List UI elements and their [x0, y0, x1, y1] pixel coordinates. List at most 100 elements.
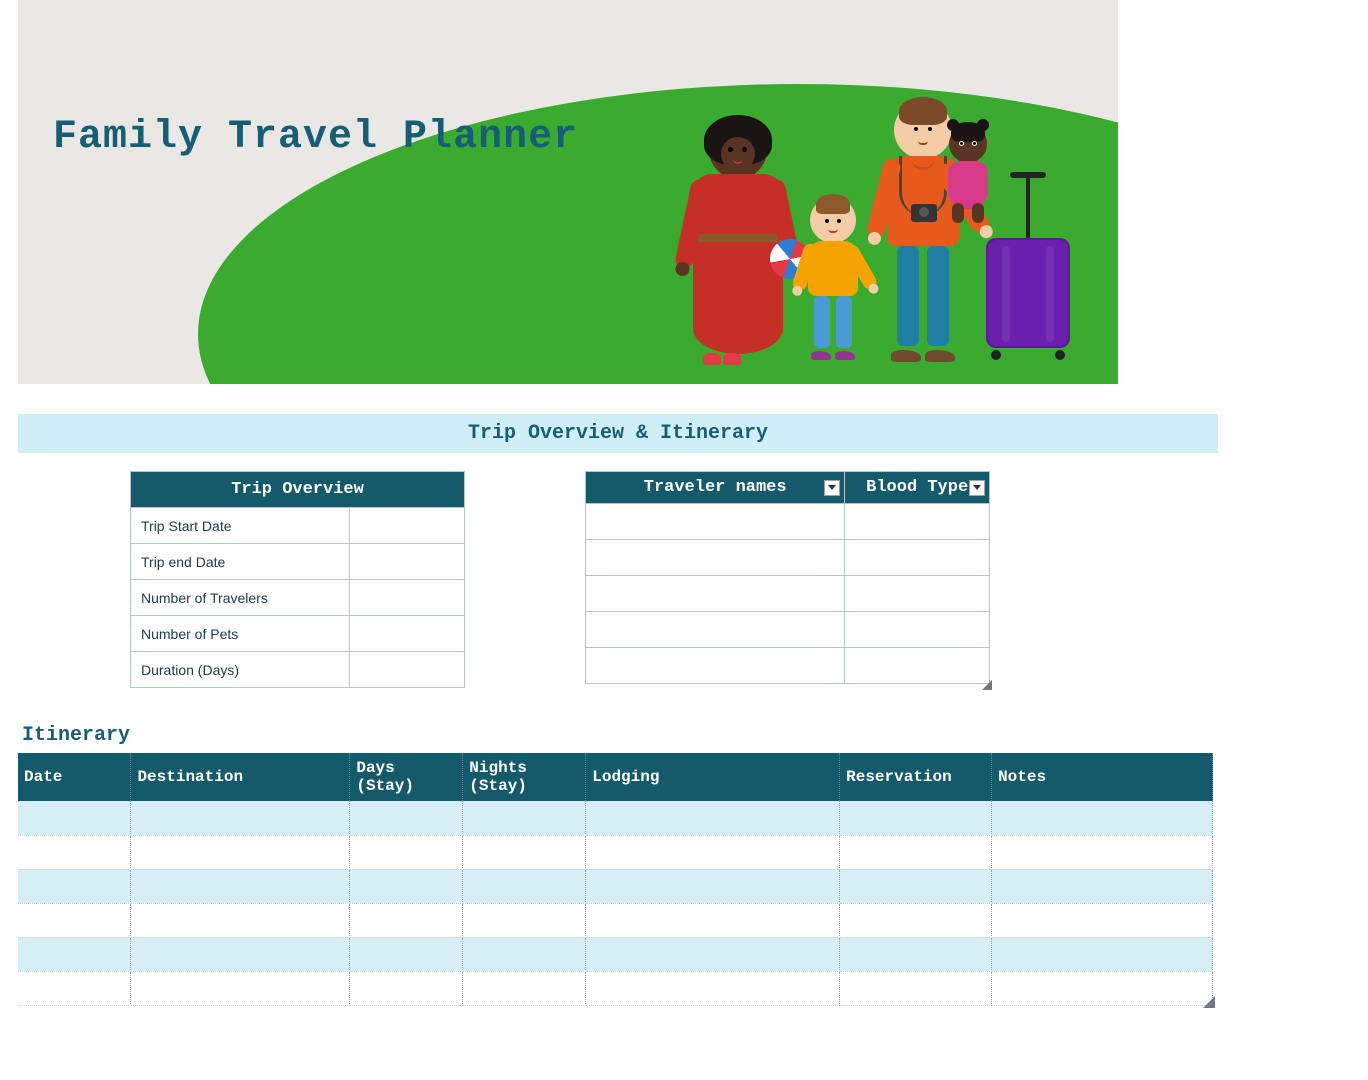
- itinerary-table: Date Destination Days (Stay) Nights (Sta…: [18, 753, 1213, 1006]
- table-row: [18, 971, 1213, 1005]
- trip-overview-table: Trip Overview Trip Start Date Trip end D…: [130, 471, 465, 688]
- itinerary-date-cell[interactable]: [18, 937, 131, 971]
- itinerary-destination-cell[interactable]: [131, 937, 350, 971]
- itinerary-days-cell[interactable]: [350, 937, 463, 971]
- table-row: [586, 576, 990, 612]
- itinerary-nights-cell[interactable]: [463, 971, 586, 1005]
- itinerary-reservation-cell[interactable]: [840, 869, 992, 903]
- itinerary-days-cell[interactable]: [350, 869, 463, 903]
- table-row: [586, 540, 990, 576]
- itinerary-notes-cell[interactable]: [992, 869, 1213, 903]
- col-reservation-header[interactable]: Reservation: [840, 753, 992, 801]
- traveler-names-label: Traveler names: [644, 478, 787, 497]
- col-destination-header[interactable]: Destination: [131, 753, 350, 801]
- trip-end-date-cell[interactable]: [350, 544, 465, 580]
- table-row: [18, 801, 1213, 835]
- dropdown-icon[interactable]: [824, 480, 840, 496]
- resize-handle-icon[interactable]: [1203, 996, 1215, 1008]
- duration-cell[interactable]: [350, 652, 465, 688]
- blood-type-cell[interactable]: [845, 540, 990, 576]
- itinerary-notes-cell[interactable]: [992, 903, 1213, 937]
- itinerary-reservation-cell[interactable]: [840, 903, 992, 937]
- traveler-name-cell[interactable]: [586, 540, 845, 576]
- itinerary-lodging-cell[interactable]: [586, 801, 840, 835]
- num-pets-cell[interactable]: [350, 616, 465, 652]
- itinerary-notes-cell[interactable]: [992, 835, 1213, 869]
- travelers-table: Traveler names Blood Type: [585, 471, 990, 684]
- itinerary-notes-cell[interactable]: [992, 937, 1213, 971]
- blood-type-cell[interactable]: [845, 504, 990, 540]
- num-pets-label: Number of Pets: [131, 616, 350, 652]
- table-row: [18, 937, 1213, 971]
- itinerary-reservation-cell[interactable]: [840, 835, 992, 869]
- table-row: Number of Travelers: [131, 580, 465, 616]
- traveler-name-cell[interactable]: [586, 612, 845, 648]
- itinerary-lodging-cell[interactable]: [586, 971, 840, 1005]
- itinerary-destination-cell[interactable]: [131, 869, 350, 903]
- family-illustration: [658, 14, 1078, 374]
- itinerary-notes-cell[interactable]: [992, 801, 1213, 835]
- itinerary-date-cell[interactable]: [18, 903, 131, 937]
- blood-type-cell[interactable]: [845, 612, 990, 648]
- trip-overview-header: Trip Overview: [131, 472, 465, 508]
- table-row: Number of Pets: [131, 616, 465, 652]
- itinerary-lodging-cell[interactable]: [586, 869, 840, 903]
- itinerary-days-cell[interactable]: [350, 801, 463, 835]
- itinerary-reservation-cell[interactable]: [840, 971, 992, 1005]
- itinerary-date-cell[interactable]: [18, 971, 131, 1005]
- col-days-header[interactable]: Days (Stay): [350, 753, 463, 801]
- table-row: Trip Start Date: [131, 508, 465, 544]
- itinerary-lodging-cell[interactable]: [586, 937, 840, 971]
- blood-type-cell[interactable]: [845, 648, 990, 684]
- trip-start-date-cell[interactable]: [350, 508, 465, 544]
- itinerary-destination-cell[interactable]: [131, 971, 350, 1005]
- itinerary-destination-cell[interactable]: [131, 835, 350, 869]
- num-travelers-label: Number of Travelers: [131, 580, 350, 616]
- itinerary-lodging-cell[interactable]: [586, 835, 840, 869]
- itinerary-nights-cell[interactable]: [463, 903, 586, 937]
- table-row: Duration (Days): [131, 652, 465, 688]
- traveler-names-header[interactable]: Traveler names: [586, 472, 845, 504]
- itinerary-nights-cell[interactable]: [463, 835, 586, 869]
- table-row: [18, 869, 1213, 903]
- traveler-name-cell[interactable]: [586, 576, 845, 612]
- itinerary-date-cell[interactable]: [18, 801, 131, 835]
- itinerary-date-cell[interactable]: [18, 835, 131, 869]
- table-row: [586, 648, 990, 684]
- traveler-name-cell[interactable]: [586, 504, 845, 540]
- blood-type-label: Blood Type: [866, 478, 968, 497]
- itinerary-notes-cell[interactable]: [992, 971, 1213, 1005]
- itinerary-days-cell[interactable]: [350, 835, 463, 869]
- mother-figure: [678, 121, 798, 354]
- section-title-bar: Trip Overview & Itinerary: [18, 414, 1218, 453]
- itinerary-days-cell[interactable]: [350, 971, 463, 1005]
- itinerary-nights-cell[interactable]: [463, 869, 586, 903]
- num-travelers-cell[interactable]: [350, 580, 465, 616]
- col-date-header[interactable]: Date: [18, 753, 131, 801]
- itinerary-lodging-cell[interactable]: [586, 903, 840, 937]
- col-nights-header[interactable]: Nights (Stay): [463, 753, 586, 801]
- trip-end-date-label: Trip end Date: [131, 544, 350, 580]
- itinerary-date-cell[interactable]: [18, 869, 131, 903]
- table-row: [18, 835, 1213, 869]
- page-title: Family Travel Planner: [53, 115, 578, 160]
- itinerary-nights-cell[interactable]: [463, 937, 586, 971]
- suitcase-icon: [983, 178, 1073, 360]
- resize-handle-icon[interactable]: [982, 680, 992, 690]
- table-row: [18, 903, 1213, 937]
- itinerary-destination-cell[interactable]: [131, 801, 350, 835]
- blood-type-cell[interactable]: [845, 576, 990, 612]
- traveler-name-cell[interactable]: [586, 648, 845, 684]
- itinerary-nights-cell[interactable]: [463, 801, 586, 835]
- col-lodging-header[interactable]: Lodging: [586, 753, 840, 801]
- itinerary-reservation-cell[interactable]: [840, 801, 992, 835]
- itinerary-reservation-cell[interactable]: [840, 937, 992, 971]
- itinerary-days-cell[interactable]: [350, 903, 463, 937]
- blood-type-header[interactable]: Blood Type: [845, 472, 990, 504]
- table-row: [586, 504, 990, 540]
- trip-start-date-label: Trip Start Date: [131, 508, 350, 544]
- dropdown-icon[interactable]: [969, 480, 985, 496]
- col-notes-header[interactable]: Notes: [992, 753, 1213, 801]
- child-figure: [793, 197, 873, 356]
- itinerary-destination-cell[interactable]: [131, 903, 350, 937]
